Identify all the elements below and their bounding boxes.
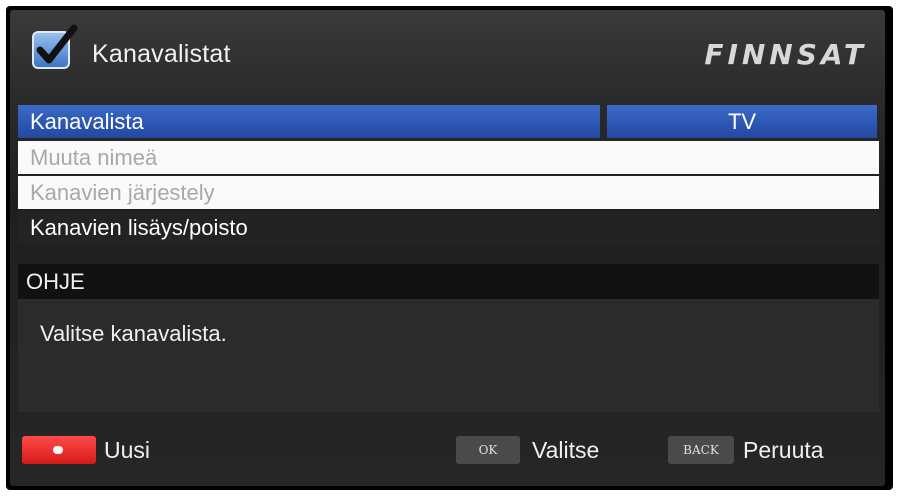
page-title: Kanavalistat xyxy=(92,40,231,68)
ok-key-button[interactable]: OK xyxy=(456,436,520,464)
menu-item-label: Kanavalista xyxy=(30,109,144,134)
menu-item-label: Kanavien järjestely xyxy=(30,180,215,205)
red-key-button[interactable] xyxy=(22,436,96,464)
menu-item-label: Muuta nimeä xyxy=(30,145,158,170)
menu-item-sort-channels[interactable]: Kanavien järjestely xyxy=(18,176,879,209)
help-heading: OHJE xyxy=(18,264,879,299)
header: Kanavalistat FINNSAT xyxy=(10,10,885,100)
menu-item-rename[interactable]: Muuta nimeä xyxy=(18,141,879,174)
red-key-label: Uusi xyxy=(104,437,151,463)
help-heading-text: OHJE xyxy=(26,269,85,294)
menu-screen: Kanavalistat FINNSAT Kanavalista TV Muut… xyxy=(10,10,885,486)
ok-key-label: Valitse xyxy=(532,437,600,463)
channel-list-value[interactable]: TV xyxy=(607,105,877,138)
help-text: Valitse kanavalista. xyxy=(40,321,227,346)
menu-item-add-remove-channels[interactable]: Kanavien lisäys/poisto xyxy=(18,211,879,244)
brand-logo: FINNSAT xyxy=(704,38,867,71)
menu-item-label: Kanavien lisäys/poisto xyxy=(30,215,248,240)
help-panel: Valitse kanavalista. xyxy=(18,299,879,412)
checkbox-checked-icon xyxy=(32,24,78,69)
record-dot-icon xyxy=(53,446,63,454)
back-key-label: Peruuta xyxy=(743,437,824,463)
footer-key-legend: Uusi OK Valitse BACK Peruuta xyxy=(10,422,885,472)
back-key-button[interactable]: BACK xyxy=(668,436,734,464)
menu-item-channel-list[interactable]: Kanavalista xyxy=(18,105,600,138)
